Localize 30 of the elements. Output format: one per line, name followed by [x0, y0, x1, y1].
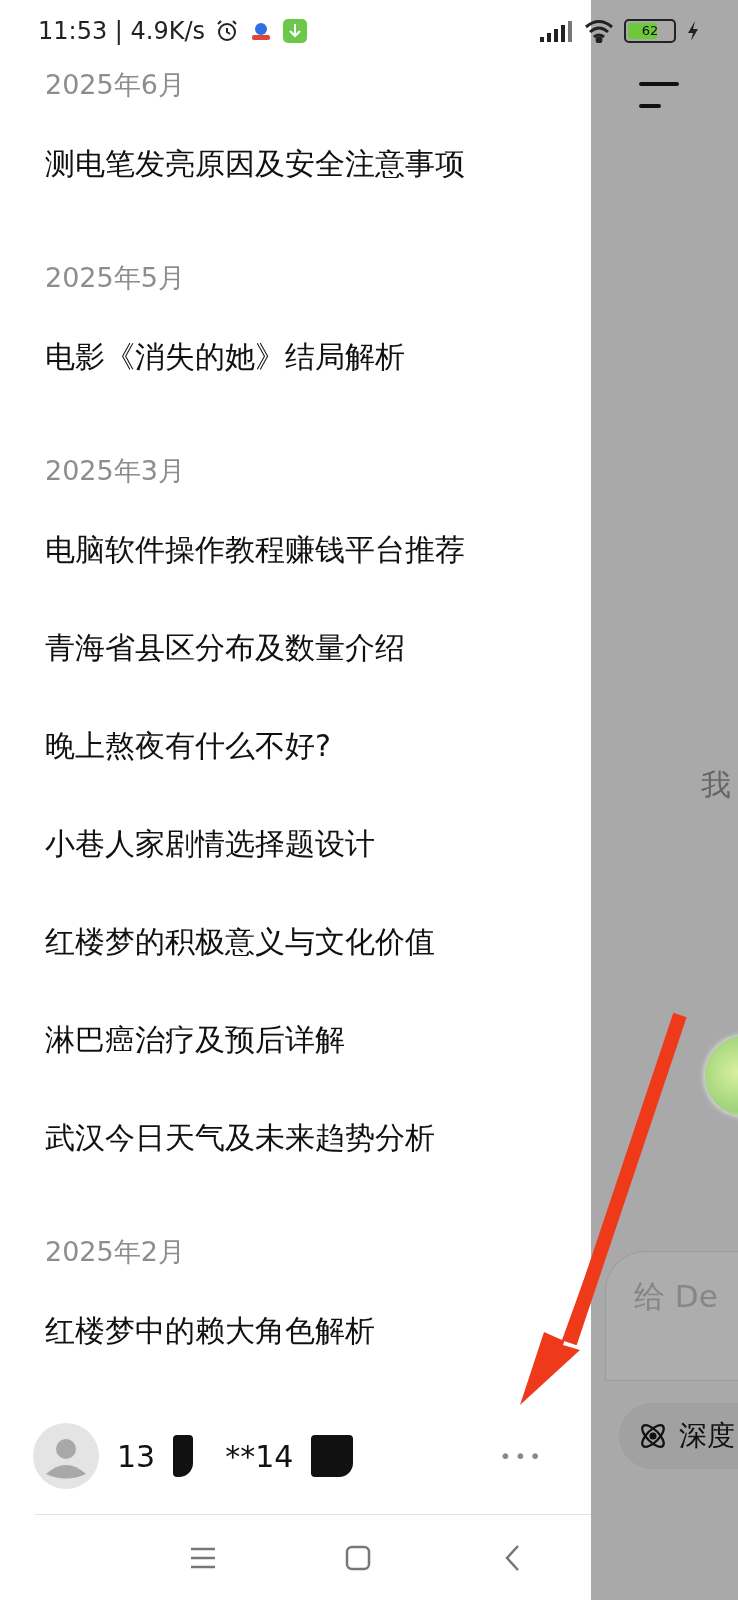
- month-heading: 2025年5月: [45, 261, 185, 295]
- redaction-mark: [311, 1435, 354, 1477]
- month-heading: 2025年3月: [45, 454, 185, 488]
- more-button[interactable]: •••: [495, 1440, 548, 1472]
- chat-history-item[interactable]: 红楼梦的积极意义与文化价值: [0, 893, 591, 991]
- redaction-mark: [173, 1435, 194, 1477]
- user-name: 13: [117, 1438, 156, 1474]
- chat-history-item[interactable]: 红楼梦中的赖大角色解析: [0, 1282, 591, 1380]
- signal-icon: [538, 19, 574, 43]
- download-icon: [283, 19, 307, 43]
- chat-history-item[interactable]: 小巷人家剧情选择题设计: [0, 795, 591, 893]
- charging-icon: [686, 20, 700, 42]
- chat-history-item[interactable]: 测电笔发亮原因及安全注意事项: [0, 115, 591, 213]
- battery-icon: 62: [624, 19, 676, 43]
- deep-think-button[interactable]: 深度: [619, 1403, 738, 1469]
- month-heading: 2025年2月: [45, 1235, 185, 1269]
- chat-history-item[interactable]: 电脑软件操作教程赚钱平台推荐: [0, 501, 591, 599]
- menu-icon[interactable]: [639, 80, 679, 110]
- wifi-icon: [584, 19, 614, 43]
- month-heading: 2025年6月: [45, 68, 185, 102]
- chat-history-item[interactable]: 电影《消失的她》结局解析: [0, 308, 591, 406]
- chat-history-item[interactable]: 淋巴癌治疗及预后详解: [0, 991, 591, 1089]
- status-time: 11:53 | 4.9K/s: [38, 17, 205, 45]
- alarm-icon: [215, 19, 239, 43]
- avatar-icon[interactable]: [33, 1423, 99, 1489]
- chat-history-item[interactable]: 晚上熬夜有什么不好?: [0, 697, 591, 795]
- chat-history-item[interactable]: 武汉今日天气及未来趋势分析: [0, 1089, 591, 1187]
- chat-history-item[interactable]: 青海省县区分布及数量介绍: [0, 599, 591, 697]
- user-name: **14: [225, 1438, 294, 1474]
- greeting-text: 我: [701, 766, 731, 804]
